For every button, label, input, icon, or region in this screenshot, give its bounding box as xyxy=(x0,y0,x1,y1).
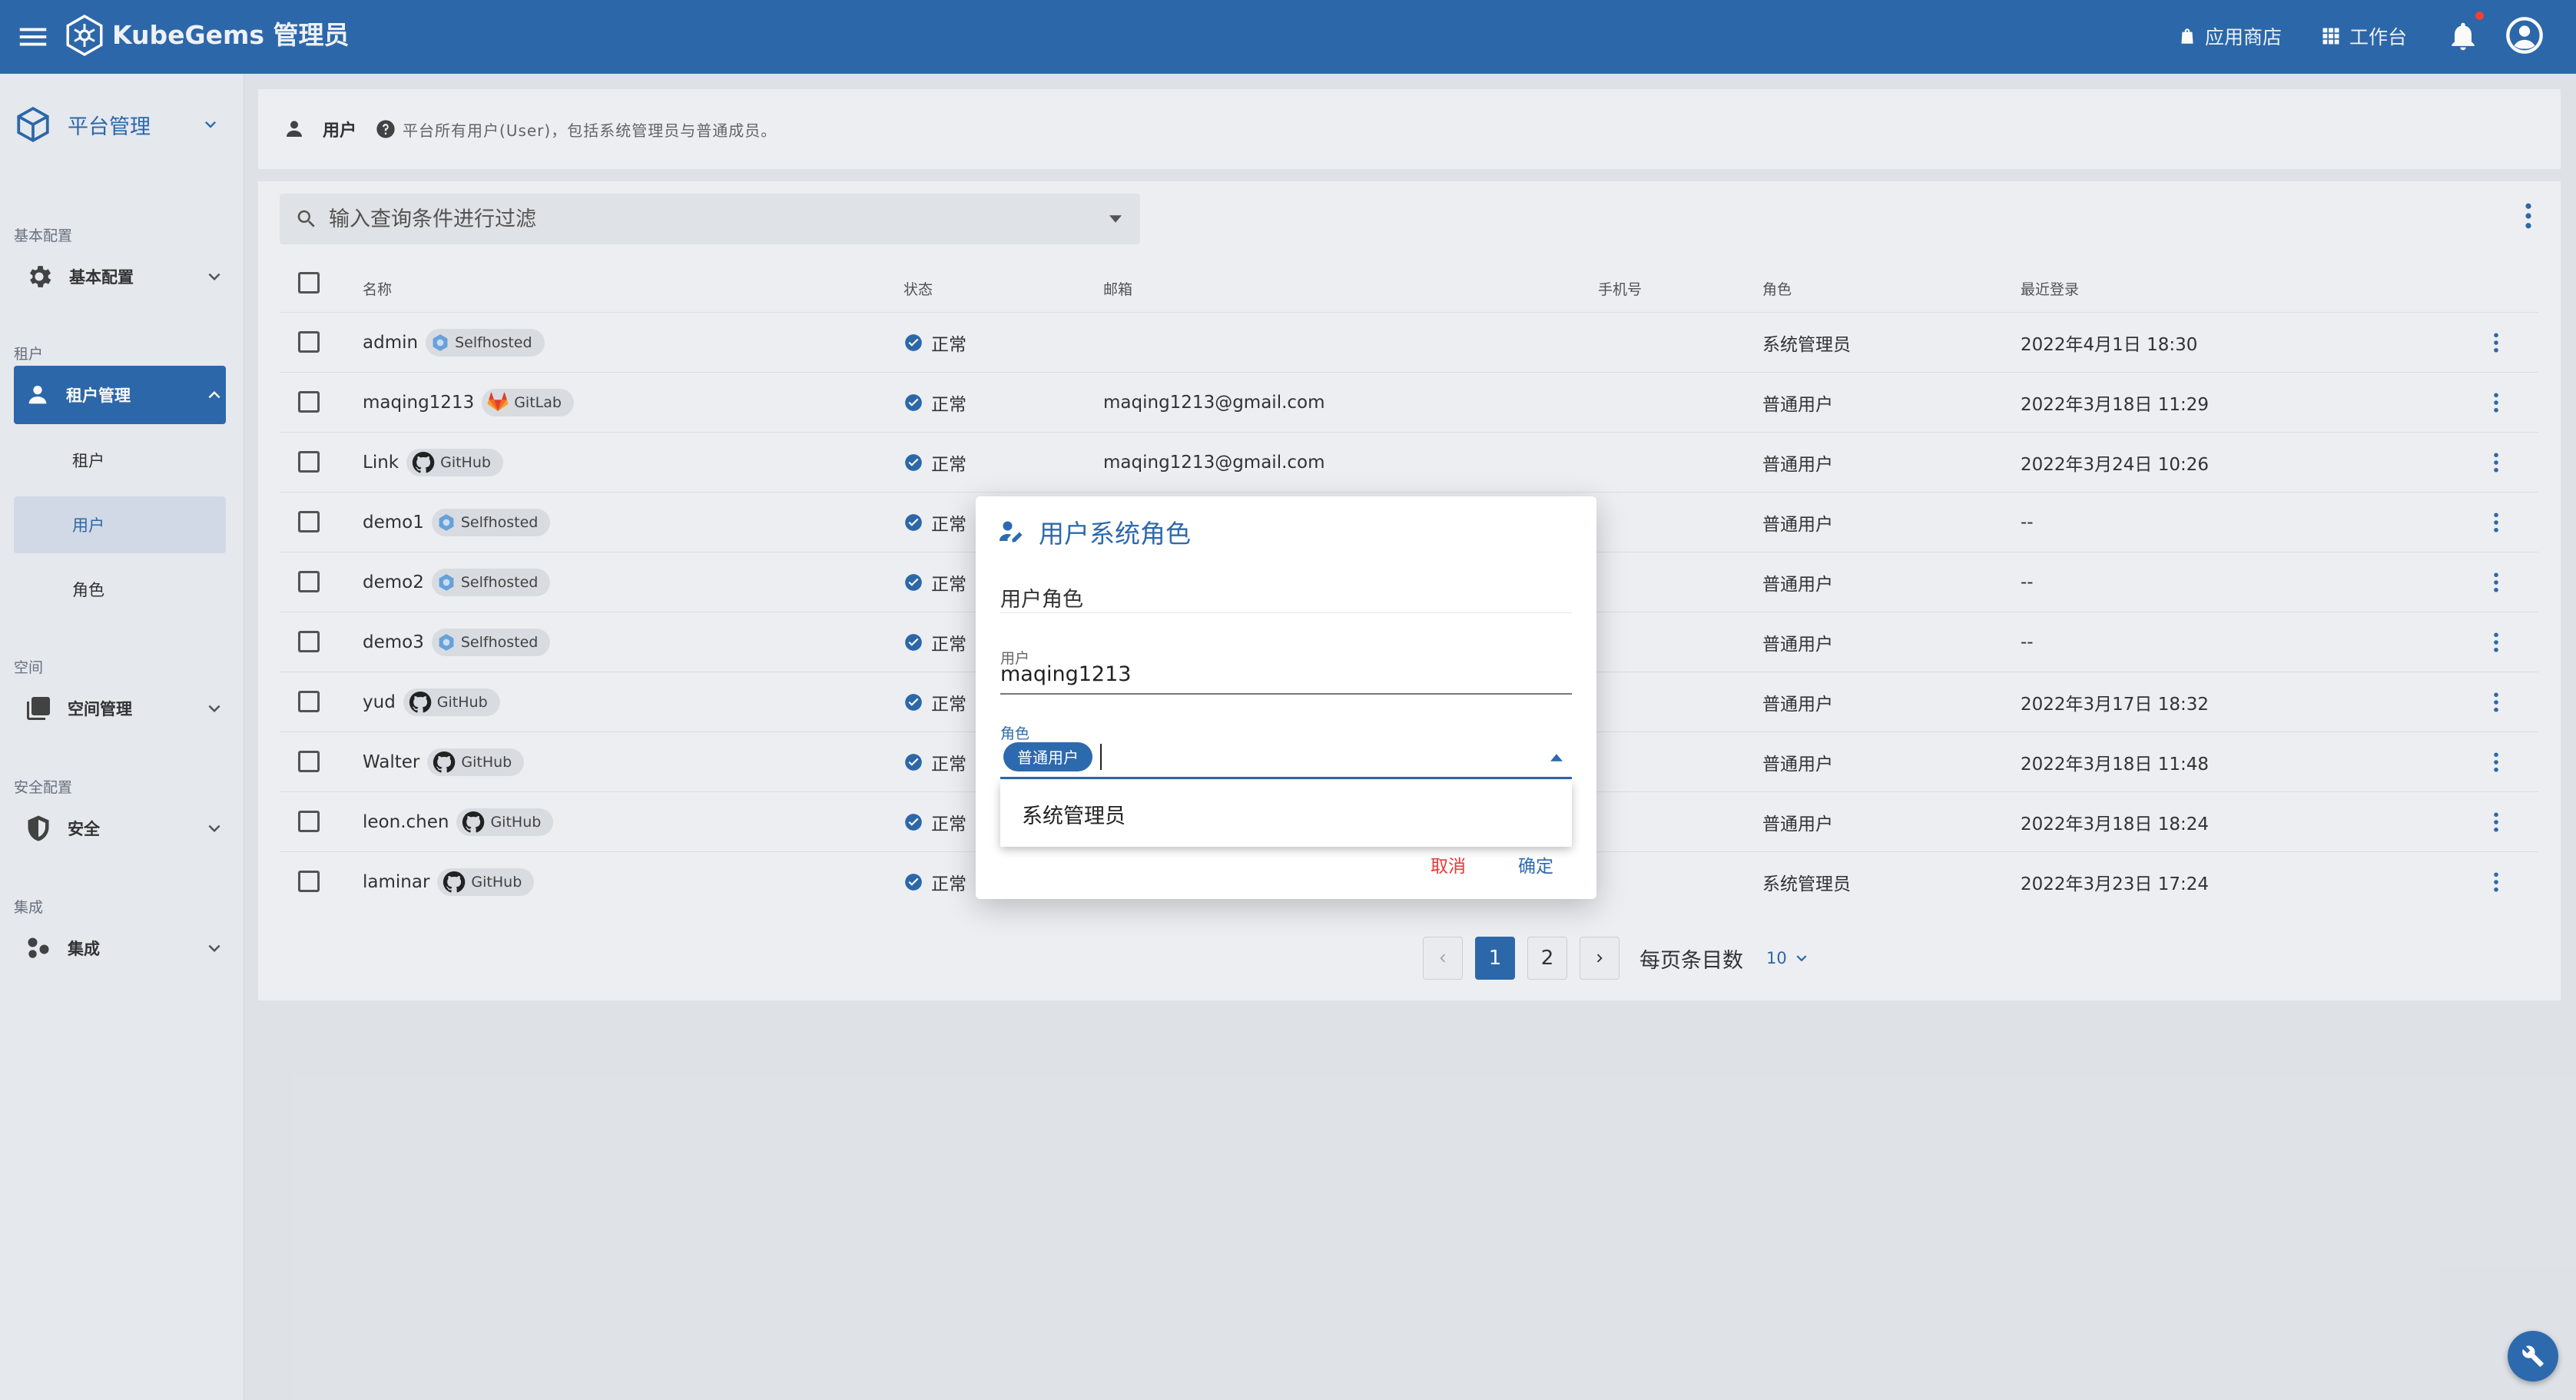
user-edit-icon xyxy=(1000,521,1023,542)
text-cursor xyxy=(1100,743,1102,770)
settings-fab-button[interactable] xyxy=(2508,1331,2558,1382)
selected-role-chip[interactable]: 普通用户 xyxy=(1003,741,1092,771)
role-select[interactable]: 普通用户 xyxy=(1000,736,1572,779)
dropdown-up-arrow-icon[interactable] xyxy=(1550,753,1563,762)
confirm-button[interactable]: 确定 xyxy=(1518,851,1553,877)
user-field[interactable]: maqing1213 xyxy=(1000,656,1572,695)
cancel-button[interactable]: 取消 xyxy=(1431,851,1466,877)
dialog-section-title: 用户角色 xyxy=(1000,582,1572,613)
role-option-admin[interactable]: 系统管理员 xyxy=(1000,781,1572,847)
user-role-dialog: 用户系统角色 用户角色 用户 maqing1213 角色 普通用户 系统管理员 … xyxy=(976,496,1596,899)
dialog-title: 用户系统角色 xyxy=(1039,519,1191,549)
wrench-icon xyxy=(2522,1345,2544,1367)
dialog-header: 用户系统角色 xyxy=(997,513,1191,550)
